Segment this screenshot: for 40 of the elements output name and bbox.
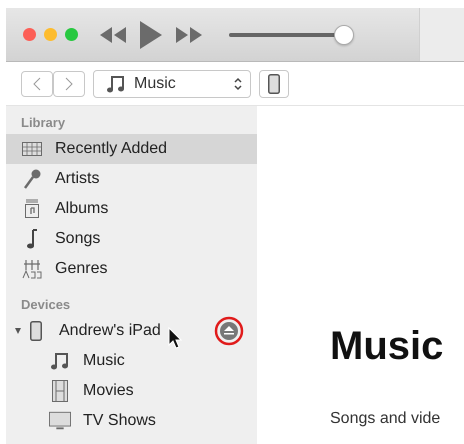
fast-forward-icon[interactable] <box>176 26 202 42</box>
up-down-arrows-icon <box>234 76 242 90</box>
sidebar-item[interactable]: Artists <box>6 164 257 194</box>
media-select[interactable]: Music <box>93 70 251 98</box>
eject-icon[interactable] <box>214 316 244 346</box>
cursor-icon <box>168 327 182 349</box>
music-notes-icon <box>50 351 70 371</box>
tablet-icon <box>268 74 280 94</box>
chevron-right-icon <box>65 76 73 90</box>
microphone-icon <box>22 168 42 190</box>
music-note-icon <box>26 228 38 250</box>
section-title: Devices <box>20 296 72 314</box>
album-icon <box>24 199 40 219</box>
page-heading: Music <box>330 324 444 369</box>
disclosure-triangle-icon[interactable] <box>15 328 21 334</box>
description-text: Songs and vide <box>330 410 442 428</box>
sidebar-item[interactable]: Songs <box>6 224 257 254</box>
close-button[interactable] <box>23 28 36 41</box>
section-title: Library <box>20 114 66 132</box>
monitor-icon <box>49 411 71 431</box>
volume-thumb[interactable] <box>334 24 354 44</box>
sidebar-item[interactable]: Genres <box>6 254 257 284</box>
forward-button[interactable] <box>53 70 85 96</box>
sidebar-item[interactable]: Recently Added <box>6 134 257 164</box>
grid-icon <box>22 142 42 156</box>
back-button[interactable] <box>21 70 53 96</box>
play-icon[interactable] <box>140 20 162 48</box>
tablet-icon <box>30 321 42 341</box>
device-content-item[interactable]: Music <box>6 346 257 376</box>
sidebar-item[interactable]: Albums <box>6 194 257 224</box>
device-content-item[interactable]: Movies <box>6 376 257 406</box>
chevron-left-icon <box>33 76 41 90</box>
device-item[interactable]: Andrew's iPad <box>6 316 257 346</box>
guitar-icon <box>21 258 43 280</box>
music-notes-icon <box>106 74 126 94</box>
rewind-icon[interactable] <box>100 26 126 42</box>
toolbar-panel <box>419 8 464 61</box>
film-icon <box>52 380 68 402</box>
device-content-item[interactable]: TV Shows <box>6 406 257 436</box>
device-button[interactable] <box>259 70 289 98</box>
